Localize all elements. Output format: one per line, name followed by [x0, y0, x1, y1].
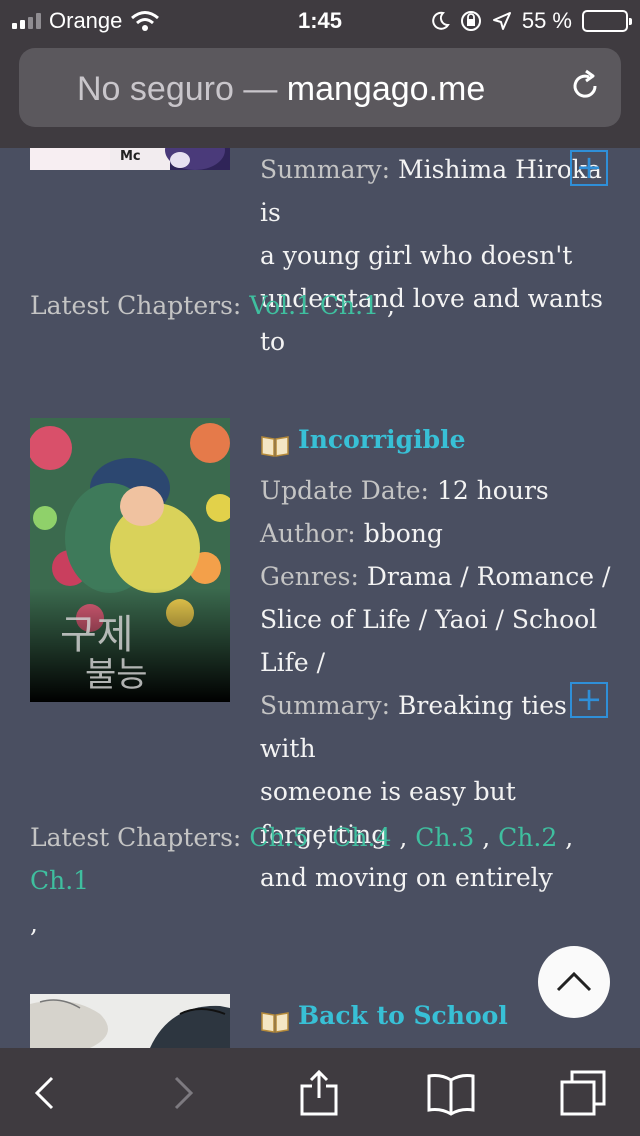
- latest-chapters-label: Latest Chapters:: [30, 823, 250, 852]
- book-icon: [260, 428, 290, 457]
- summary-row: Summary: Mishima Hiroka is: [260, 148, 616, 234]
- add-bookmark-button[interactable]: +: [570, 150, 608, 186]
- chapter-separator: ,: [399, 823, 408, 852]
- address-bar[interactable]: No seguro — mangago.me: [19, 48, 621, 127]
- manga-list: Mc Summary: Mishima Hiroka is a young gi…: [0, 0, 640, 1136]
- chapter-link[interactable]: Ch.3: [415, 823, 474, 852]
- browser-toolbar: [0, 1048, 640, 1136]
- genres-row: Genres: Drama / Romance /: [260, 555, 616, 598]
- book-icon: [260, 1004, 290, 1033]
- add-bookmark-button[interactable]: +: [570, 682, 608, 718]
- chapter-link[interactable]: Vol.1 Ch.1: [249, 291, 379, 320]
- chapter-separator: ,: [386, 291, 395, 320]
- share-icon[interactable]: [294, 1068, 344, 1118]
- status-icons: 55 %: [430, 8, 632, 34]
- summary-label: Summary:: [260, 691, 398, 720]
- chapter-link[interactable]: Ch.4: [332, 823, 391, 852]
- update-date-label: Update Date:: [260, 476, 437, 505]
- latest-chapters-label: Latest Chapters:: [30, 291, 250, 320]
- latest-chapters-1: Latest Chapters: Vol.1 Ch.1 ,: [30, 284, 620, 327]
- author-link[interactable]: bbong: [364, 519, 443, 548]
- url-dash: —: [233, 70, 287, 108]
- svg-text:구제: 구제: [60, 612, 134, 658]
- chapter-separator: ,: [565, 823, 574, 852]
- manga-title-link[interactable]: Incorrigible: [298, 418, 465, 461]
- bookmarks-icon[interactable]: [426, 1068, 476, 1118]
- moon-icon: [432, 11, 450, 30]
- manga-title-link[interactable]: Back to School: [298, 994, 508, 1037]
- manga-cover-incorrigible[interactable]: 구제 불능: [30, 418, 230, 702]
- genres-text: Slice of Life / Yaoi / School: [260, 605, 598, 634]
- insecure-label: No seguro: [77, 70, 234, 108]
- summary-label: Summary:: [260, 155, 398, 184]
- svg-text:Mc: Mc: [120, 149, 141, 164]
- chevron-up-icon: [556, 971, 592, 992]
- author-label: Author:: [260, 519, 364, 548]
- update-date-value: 12 hours: [436, 476, 549, 505]
- scroll-to-top-button[interactable]: [538, 946, 610, 1018]
- back-icon[interactable]: [20, 1068, 70, 1118]
- genres-label: Genres:: [260, 562, 367, 591]
- summary-text: a young girl who doesn't: [260, 241, 573, 270]
- url-host: mangago.me: [286, 70, 486, 108]
- update-date-row: Update Date: 12 hours: [260, 469, 616, 512]
- genres-text: Drama / Romance /: [366, 562, 611, 591]
- manga-title-row: Incorrigible: [260, 418, 616, 461]
- chapter-separator: ,: [30, 909, 38, 938]
- manga-cover-back-to-school[interactable]: [30, 994, 230, 1048]
- chapter-separator: ,: [482, 823, 491, 852]
- reload-icon[interactable]: [567, 68, 603, 104]
- author-row: Author: bbong: [260, 512, 616, 555]
- chapter-separator: ,: [316, 823, 325, 852]
- chapter-link[interactable]: Ch.5: [249, 823, 308, 852]
- orientation-lock-icon: [460, 11, 481, 31]
- url-display: No seguro — mangago.me: [77, 70, 485, 109]
- genres-text: Life /: [260, 648, 326, 677]
- battery-icon: [582, 10, 632, 32]
- manga-info-1: Summary: Mishima Hiroka is a young girl …: [260, 148, 616, 363]
- status-bar: Orange 1:45 55 %: [0, 0, 640, 44]
- chapter-link[interactable]: Ch.2: [498, 823, 557, 852]
- forward-icon[interactable]: [158, 1068, 208, 1118]
- tabs-icon[interactable]: [558, 1068, 608, 1118]
- browser-header: No seguro — mangago.me: [0, 44, 640, 148]
- battery-percent: 55 %: [521, 8, 572, 33]
- chapter-link[interactable]: Ch.1: [30, 866, 89, 895]
- summary-row: Summary: Breaking ties with: [260, 684, 616, 770]
- location-icon: [492, 12, 511, 30]
- svg-text:불능: 불능: [85, 655, 148, 695]
- latest-chapters-incorrigible: Latest Chapters: Ch.5 , Ch.4 , Ch.3 , Ch…: [30, 816, 620, 945]
